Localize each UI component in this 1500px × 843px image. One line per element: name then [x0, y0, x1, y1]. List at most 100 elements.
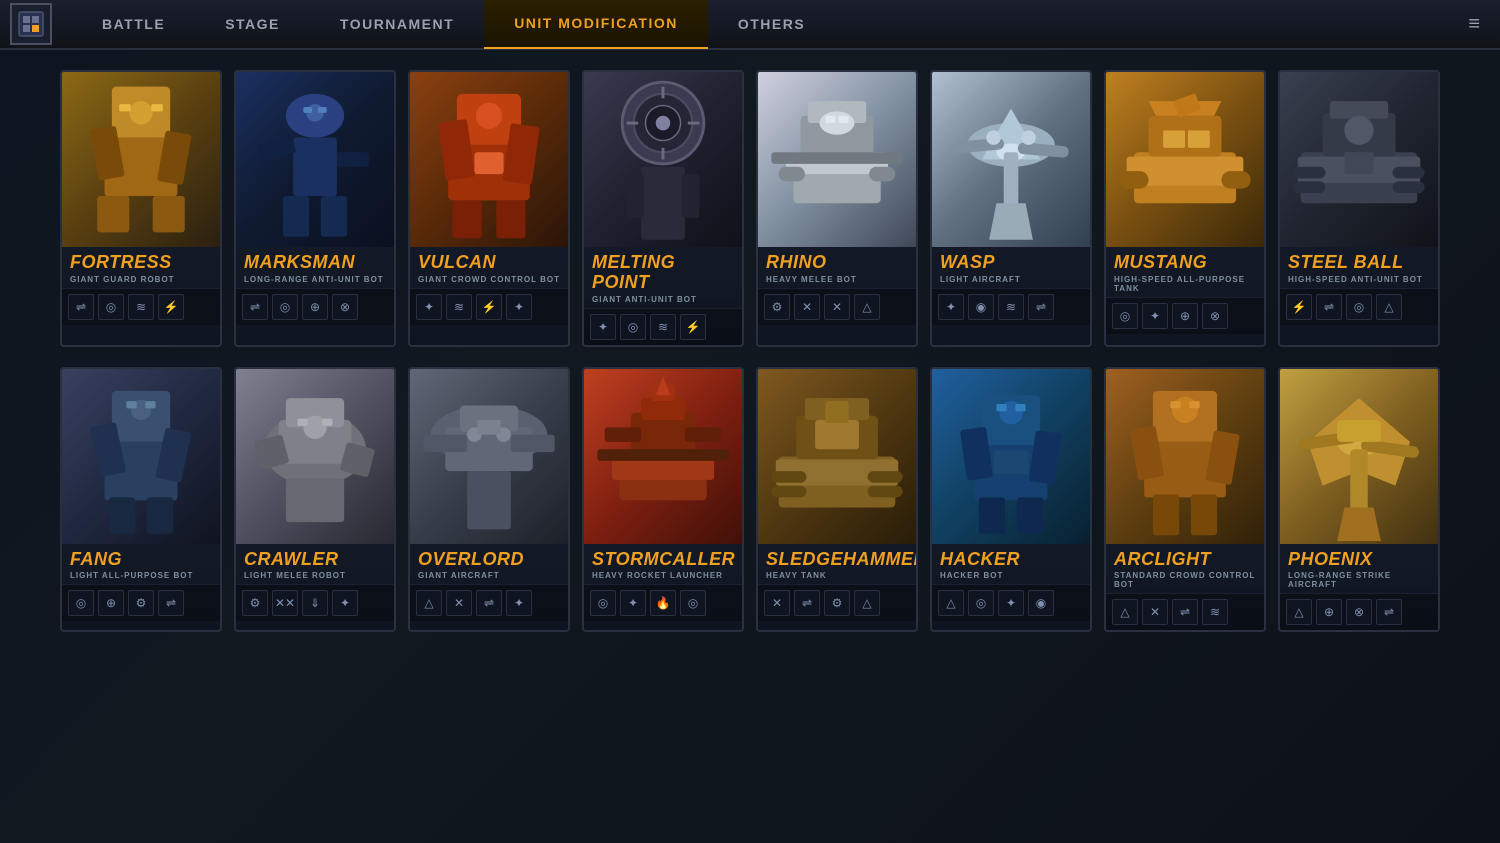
unit-icon-4[interactable]: ✦ — [506, 294, 532, 320]
unit-icon-2[interactable]: ✦ — [1142, 303, 1168, 329]
unit-card-stormcaller[interactable]: Stormcaller HEAVY ROCKET LAUNCHER ◎ ✦ 🔥 … — [582, 367, 744, 633]
unit-icon-3[interactable]: ≋ — [128, 294, 154, 320]
unit-card-fang[interactable]: Fang LIGHT ALL-PURPOSE BOT ◎ ⊕ ⚙ ⇌ — [60, 367, 222, 633]
unit-icon-4[interactable]: ⇌ — [1028, 294, 1054, 320]
unit-card-steel-ball[interactable]: Steel Ball HIGH-SPEED ANTI-UNIT BOT ⚡ ⇌ … — [1278, 70, 1440, 347]
unit-icon-1[interactable]: △ — [938, 590, 964, 616]
unit-icon-1[interactable]: ⇌ — [242, 294, 268, 320]
unit-card-overlord[interactable]: Overlord GIANT AIRCRAFT △ ✕ ⇌ ✦ — [408, 367, 570, 633]
tab-tournament[interactable]: TOURNAMENT — [310, 0, 484, 49]
app-logo[interactable] — [10, 3, 52, 45]
unit-row-2: Fang LIGHT ALL-PURPOSE BOT ◎ ⊕ ⚙ ⇌ — [60, 367, 1440, 633]
unit-icon-1[interactable]: ⚙ — [764, 294, 790, 320]
tab-stage[interactable]: STAGE — [195, 0, 310, 49]
unit-icon-2[interactable]: ◎ — [98, 294, 124, 320]
unit-icon-1[interactable]: ✕ — [764, 590, 790, 616]
unit-icons-hacker: △ ◎ ✦ ◉ — [932, 584, 1090, 621]
unit-icon-4[interactable]: ✦ — [332, 590, 358, 616]
unit-icon-4[interactable]: ⇌ — [1376, 599, 1402, 625]
unit-icons-steel-ball: ⚡ ⇌ ◎ △ — [1280, 288, 1438, 325]
unit-icon-2[interactable]: ◎ — [620, 314, 646, 340]
unit-icon-4[interactable]: ≋ — [1202, 599, 1228, 625]
unit-icon-2[interactable]: ✕ — [446, 590, 472, 616]
unit-icon-2[interactable]: ◎ — [968, 590, 994, 616]
unit-icon-4[interactable]: ⚡ — [158, 294, 184, 320]
unit-name-marksman: Marksman — [244, 253, 386, 273]
unit-icon-1[interactable]: ✦ — [590, 314, 616, 340]
unit-icon-2[interactable]: ✕✕ — [272, 590, 298, 616]
unit-icon-3[interactable]: ⇓ — [302, 590, 328, 616]
unit-icon-3[interactable]: ⊕ — [1172, 303, 1198, 329]
unit-name-sledgehammer: Sledgehammer — [766, 550, 908, 570]
unit-name-vulcan: Vulcan — [418, 253, 560, 273]
unit-icon-4[interactable]: ⊗ — [1202, 303, 1228, 329]
unit-icon-3[interactable]: ⊕ — [302, 294, 328, 320]
unit-icons-sledgehammer: ✕ ⇌ ⚙ △ — [758, 584, 916, 621]
unit-icon-3[interactable]: ⇌ — [476, 590, 502, 616]
unit-icon-2[interactable]: ⇌ — [1316, 294, 1342, 320]
unit-icon-2[interactable]: ✦ — [620, 590, 646, 616]
unit-icon-4[interactable]: △ — [854, 590, 880, 616]
unit-icon-3[interactable]: ⚙ — [128, 590, 154, 616]
unit-icon-3[interactable]: ◎ — [1346, 294, 1372, 320]
unit-type-rhino: HEAVY MELEE BOT — [766, 275, 908, 284]
unit-icon-2[interactable]: ⊕ — [98, 590, 124, 616]
unit-icon-4[interactable]: ⇌ — [158, 590, 184, 616]
unit-card-melting-point[interactable]: Melting Point GIANT ANTI-UNIT BOT ✦ ◎ ≋ … — [582, 70, 744, 347]
unit-icon-1[interactable]: ✦ — [416, 294, 442, 320]
unit-card-hacker[interactable]: Hacker HACKER BOT △ ◎ ✦ ◉ — [930, 367, 1092, 633]
unit-icon-2[interactable]: ≋ — [446, 294, 472, 320]
unit-card-phoenix[interactable]: PHOENIX LONG-RANGE STRIKE AIRCRAFT △ ⊕ ⊗… — [1278, 367, 1440, 633]
tab-others[interactable]: OTHERS — [708, 0, 835, 49]
unit-card-sledgehammer[interactable]: Sledgehammer HEAVY TANK ✕ ⇌ ⚙ △ — [756, 367, 918, 633]
unit-icon-3[interactable]: ≋ — [998, 294, 1024, 320]
unit-card-fortress[interactable]: Fortress GIANT GUARD ROBOT ⇌ ◎ ≋ ⚡ — [60, 70, 222, 347]
unit-icon-2[interactable]: ◎ — [272, 294, 298, 320]
unit-icon-1[interactable]: ✦ — [938, 294, 964, 320]
unit-icon-1[interactable]: ⚡ — [1286, 294, 1312, 320]
unit-icon-3[interactable]: ≋ — [650, 314, 676, 340]
unit-card-rhino[interactable]: RHINO HEAVY MELEE BOT ⚙ ✕ ✕ △ — [756, 70, 918, 347]
unit-name-hacker: Hacker — [940, 550, 1082, 570]
unit-card-crawler[interactable]: Crawler LIGHT MELEE ROBOT ⚙ ✕✕ ⇓ ✦ — [234, 367, 396, 633]
unit-icons-wasp: ✦ ◉ ≋ ⇌ — [932, 288, 1090, 325]
unit-icon-2[interactable]: ✕ — [1142, 599, 1168, 625]
unit-icon-2[interactable]: ⇌ — [794, 590, 820, 616]
tab-battle[interactable]: BATTLE — [72, 0, 195, 49]
unit-icon-1[interactable]: △ — [1112, 599, 1138, 625]
tab-unit-modification[interactable]: UNIT MODIFICATION — [484, 0, 708, 49]
unit-icon-4[interactable]: ◉ — [1028, 590, 1054, 616]
unit-icon-4[interactable]: ◎ — [680, 590, 706, 616]
unit-card-mustang[interactable]: MUSTANG HIGH-SPEED ALL-PURPOSE TANK ◎ ✦ … — [1104, 70, 1266, 347]
unit-icon-3[interactable]: ⇌ — [1172, 599, 1198, 625]
unit-icon-1[interactable]: ⚙ — [242, 590, 268, 616]
unit-icons-fortress: ⇌ ◎ ≋ ⚡ — [62, 288, 220, 325]
unit-icon-1[interactable]: ◎ — [590, 590, 616, 616]
unit-icon-3[interactable]: ⚡ — [476, 294, 502, 320]
unit-card-wasp[interactable]: WASP LIGHT AIRCRAFT ✦ ◉ ≋ ⇌ — [930, 70, 1092, 347]
unit-icon-4[interactable]: ⚡ — [680, 314, 706, 340]
unit-icon-1[interactable]: ◎ — [68, 590, 94, 616]
unit-icon-4[interactable]: △ — [854, 294, 880, 320]
unit-card-arclight[interactable]: Arclight STANDARD CROWD CONTROL BOT △ ✕ … — [1104, 367, 1266, 633]
unit-icon-3[interactable]: ✦ — [998, 590, 1024, 616]
unit-icon-3[interactable]: ✕ — [824, 294, 850, 320]
unit-icon-4[interactable]: ⊗ — [332, 294, 358, 320]
unit-icon-1[interactable]: ◎ — [1112, 303, 1138, 329]
unit-icon-1[interactable]: ⇌ — [68, 294, 94, 320]
unit-icon-3[interactable]: ⊗ — [1346, 599, 1372, 625]
unit-icon-1[interactable]: △ — [1286, 599, 1312, 625]
unit-icon-3[interactable]: ⚙ — [824, 590, 850, 616]
unit-icon-4[interactable]: ✦ — [506, 590, 532, 616]
unit-icon-2[interactable]: ⊕ — [1316, 599, 1342, 625]
unit-type-stormcaller: HEAVY ROCKET LAUNCHER — [592, 571, 734, 580]
unit-icon-1[interactable]: △ — [416, 590, 442, 616]
unit-card-vulcan[interactable]: Vulcan GIANT CROWD CONTROL BOT ✦ ≋ ⚡ ✦ — [408, 70, 570, 347]
unit-icon-2[interactable]: ✕ — [794, 294, 820, 320]
menu-button[interactable]: ≡ — [1458, 13, 1490, 36]
unit-icon-3[interactable]: 🔥 — [650, 590, 676, 616]
unit-type-marksman: LONG-RANGE ANTI-UNIT BOT — [244, 275, 386, 284]
unit-icon-2[interactable]: ◉ — [968, 294, 994, 320]
unit-card-marksman[interactable]: Marksman LONG-RANGE ANTI-UNIT BOT ⇌ ◎ ⊕ … — [234, 70, 396, 347]
unit-icon-4[interactable]: △ — [1376, 294, 1402, 320]
